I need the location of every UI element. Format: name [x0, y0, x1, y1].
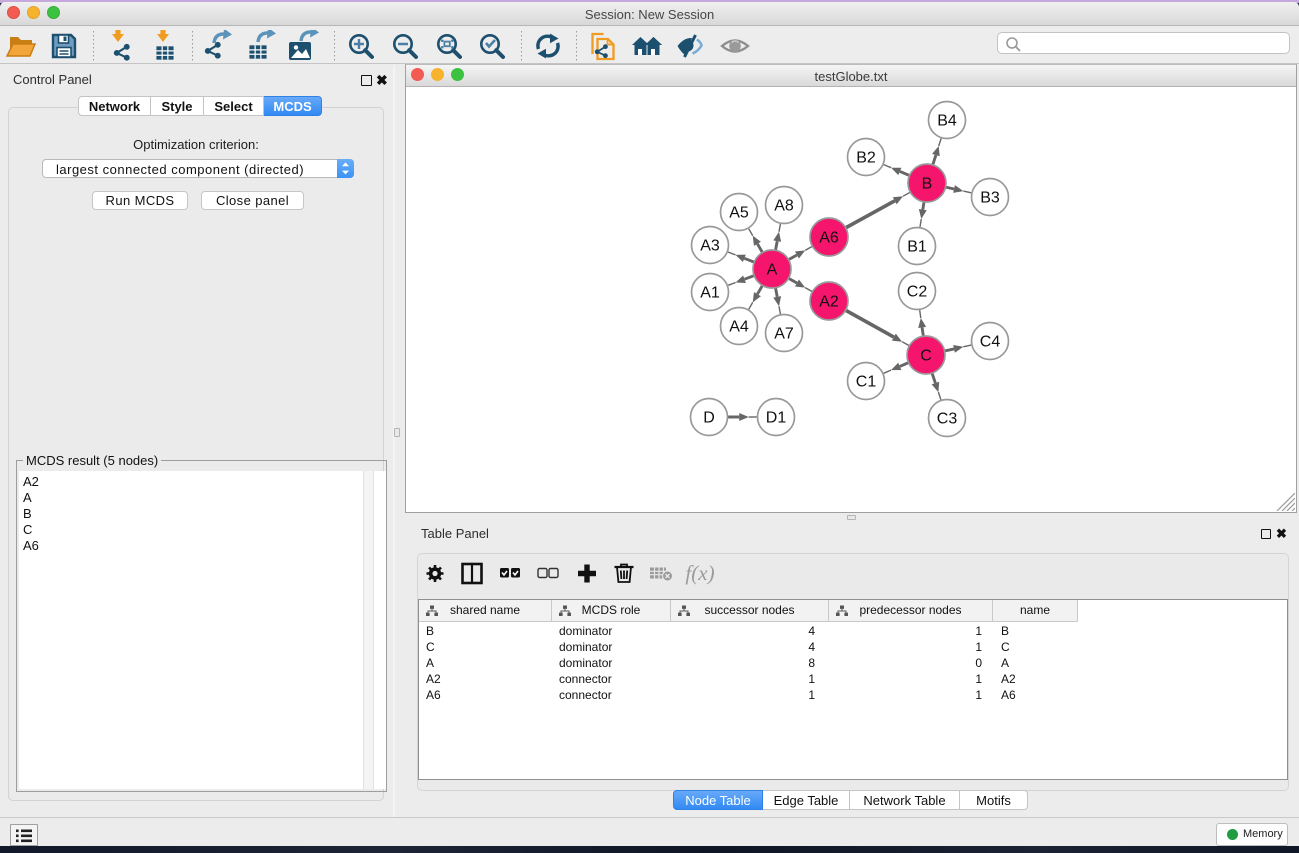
svg-text:A2: A2: [819, 294, 839, 311]
svg-text:A: A: [767, 262, 778, 279]
svg-text:B4: B4: [937, 113, 957, 130]
svg-text:C: C: [920, 348, 932, 365]
svg-text:D1: D1: [766, 410, 787, 427]
svg-text:D: D: [703, 410, 715, 427]
svg-text:B3: B3: [980, 190, 1000, 207]
svg-text:A7: A7: [774, 326, 794, 343]
svg-text:f(x): f(x): [685, 561, 714, 585]
svg-text:B1: B1: [907, 239, 927, 256]
svg-text:A5: A5: [729, 205, 749, 222]
svg-text:C2: C2: [907, 284, 928, 301]
svg-text:A6: A6: [819, 230, 839, 247]
svg-text:B2: B2: [856, 150, 876, 167]
svg-text:C3: C3: [937, 411, 958, 428]
svg-text:C4: C4: [980, 334, 1001, 351]
svg-text:A8: A8: [774, 198, 794, 215]
svg-text:A1: A1: [700, 285, 720, 302]
svg-text:C1: C1: [856, 374, 877, 391]
svg-text:B: B: [922, 176, 933, 193]
svg-text:A4: A4: [729, 319, 749, 336]
svg-text:A3: A3: [700, 238, 720, 255]
